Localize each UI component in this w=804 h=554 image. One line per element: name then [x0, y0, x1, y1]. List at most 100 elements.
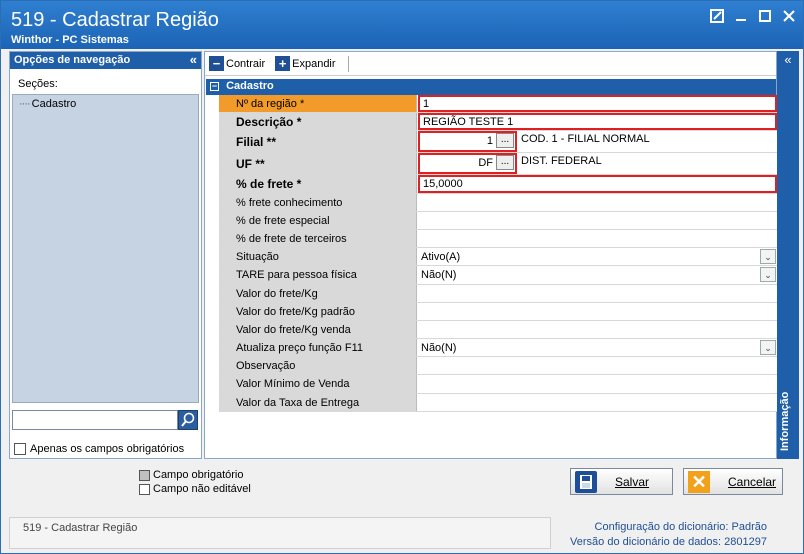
section-title: Cadastro	[226, 80, 274, 92]
only-required-checkbox[interactable]: Apenas os campos obrigatórios	[14, 443, 184, 455]
chevron-down-icon[interactable]: ⌄	[760, 267, 776, 283]
field-row-filial: Filial ** 1 ... COD. 1 - FILIAL NORMAL	[219, 131, 777, 154]
info-panel-strip[interactable]: « Informação	[777, 51, 799, 459]
field-row-tare: TARE para pessoa física Não(N) ⌄	[219, 266, 777, 285]
dict-version-label: Versão do dicionário de dados:	[570, 536, 722, 548]
save-button[interactable]: Salvar	[570, 468, 673, 495]
collapse-button[interactable]: − Contrair	[209, 56, 265, 71]
status-select[interactable]: Ativo(A) ⌄	[418, 248, 777, 266]
toolbar: − Contrair + Expandir	[205, 52, 776, 76]
sections-label: Seções:	[18, 78, 58, 90]
field-row-min-sale-value: Valor Mínimo de Venda	[219, 375, 777, 394]
third-party-freight-input[interactable]	[418, 229, 777, 248]
field-label: TARE para pessoa física	[219, 266, 417, 284]
section-header-cadastro[interactable]: − Cadastro	[206, 79, 776, 95]
chevron-down-icon[interactable]: ⌄	[760, 249, 776, 265]
special-freight-input[interactable]	[418, 211, 777, 229]
dict-config-value: Padrão	[731, 521, 767, 533]
save-label: Salvar	[615, 474, 650, 489]
region-number-input[interactable]: 1	[418, 95, 777, 113]
navigation-search-input[interactable]	[12, 410, 178, 430]
field-row-special-freight: % de frete especial	[219, 211, 777, 230]
field-label: Valor do frete/Kg padrão	[219, 302, 417, 320]
tree-item-cadastro[interactable]: ···· Cadastro	[19, 98, 76, 110]
close-icon[interactable]	[781, 9, 797, 25]
field-label: Valor Mínimo de Venda	[219, 375, 417, 393]
field-label: Nº da região *	[219, 95, 417, 113]
window-subtitle: Winthor - PC Sistemas	[11, 34, 129, 46]
legend-not-editable-label: Campo não editável	[153, 483, 251, 495]
window-controls	[709, 9, 797, 25]
field-label: Descrição *	[219, 113, 417, 131]
chevron-down-icon[interactable]: ⌄	[760, 340, 776, 356]
legend-not-editable: Campo não editável	[139, 482, 251, 496]
description-input[interactable]: REGIÃO TESTE 1	[418, 113, 777, 131]
tare-select[interactable]: Não(N) ⌄	[418, 266, 777, 284]
save-icon	[575, 470, 597, 493]
delivery-fee-input[interactable]	[418, 393, 777, 411]
freight-kg-default-input[interactable]	[418, 302, 777, 320]
navigation-panel-header: Opções de navegação «	[10, 52, 201, 69]
field-label: Valor do frete/Kg	[219, 284, 417, 302]
update-price-f11-select[interactable]: Não(N) ⌄	[418, 339, 777, 357]
field-label: Observação	[219, 357, 417, 375]
property-grid: Nº da região * 1 Descrição * REGIÃO TEST…	[219, 95, 777, 412]
cancel-x-icon: ✕	[688, 470, 710, 493]
tare-select-value: Não(N)	[421, 269, 457, 282]
field-row-freight-kg-default: Valor do frete/Kg padrão	[219, 302, 777, 321]
field-label: Valor da Taxa de Entrega	[219, 393, 417, 411]
info-panel-label: Informação	[779, 391, 791, 451]
cancel-button[interactable]: ✕ Cancelar	[683, 468, 783, 495]
uf-description: DIST. FEDERAL	[519, 153, 777, 175]
uf-code-value: DF	[478, 157, 493, 170]
navigation-panel: Opções de navegação « Seções: ···· Cadast…	[9, 51, 202, 459]
field-row-status: Situação Ativo(A) ⌄	[219, 248, 777, 267]
filial-description: COD. 1 - FILIAL NORMAL	[519, 131, 777, 153]
sections-tree: ···· Cadastro	[12, 94, 199, 403]
field-row-freight-knowledge: % frete conhecimento	[219, 193, 777, 212]
field-label: % frete conhecimento	[219, 193, 417, 211]
only-required-label: Apenas os campos obrigatórios	[30, 443, 185, 455]
search-button[interactable]	[178, 410, 198, 430]
dictionary-info: Configuração do dicionário: Padrão Versã…	[570, 520, 767, 550]
freight-percent-input[interactable]: 15,0000	[418, 175, 777, 193]
tree-item-label: Cadastro	[31, 98, 77, 110]
collapse-left-icon[interactable]: «	[190, 52, 197, 67]
freight-knowledge-input[interactable]	[418, 193, 777, 211]
observation-input[interactable]	[418, 357, 777, 375]
search-icon	[181, 412, 195, 427]
filial-code-input[interactable]: 1 ...	[418, 131, 517, 153]
expand-button[interactable]: + Expandir	[275, 56, 336, 71]
update-price-f11-value: Não(N)	[421, 342, 457, 355]
min-sale-value-input[interactable]	[418, 375, 777, 393]
field-label: % de frete especial	[219, 211, 417, 229]
title-bar: 519 - Cadastrar Região Winthor - PC Sist…	[1, 1, 803, 49]
field-label: UF **	[219, 153, 417, 175]
status-select-value: Ativo(A)	[421, 251, 461, 264]
field-row-freight-kg-sale: Valor do frete/Kg venda	[219, 320, 777, 340]
required-swatch	[139, 469, 150, 481]
minus-icon: −	[209, 56, 224, 71]
field-row-freight-percent: % de frete * 15,0000	[219, 175, 777, 194]
minimize-icon[interactable]	[733, 9, 749, 25]
expand-left-icon[interactable]: «	[777, 51, 799, 67]
checkbox-box[interactable]	[14, 443, 26, 455]
filial-lookup-button[interactable]: ...	[496, 133, 514, 149]
field-row-freight-kg: Valor do frete/Kg	[219, 284, 777, 303]
main-form-area: − Contrair + Expandir − Cadastro Nº da r…	[204, 51, 777, 459]
uf-code-input[interactable]: DF ...	[418, 153, 517, 175]
dict-config-label: Configuração do dicionário:	[594, 521, 729, 533]
freight-kg-input[interactable]	[418, 284, 777, 302]
field-row-description: Descrição * REGIÃO TESTE 1	[219, 113, 777, 132]
uf-lookup-button[interactable]: ...	[496, 155, 514, 171]
application-window: 519 - Cadastrar Região Winthor - PC Sist…	[0, 0, 804, 554]
section-collapse-icon[interactable]: −	[210, 82, 219, 91]
field-label: Valor do frete/Kg venda	[219, 320, 417, 339]
legend: Campo obrigatório Campo não editável	[139, 468, 251, 496]
freight-kg-sale-input[interactable]	[418, 320, 777, 339]
field-row-delivery-fee: Valor da Taxa de Entrega	[219, 393, 777, 412]
restore-edit-icon[interactable]	[709, 9, 725, 25]
tree-connector: ····	[19, 98, 31, 110]
maximize-icon[interactable]	[757, 9, 773, 25]
collapse-label: Contrair	[226, 57, 266, 70]
